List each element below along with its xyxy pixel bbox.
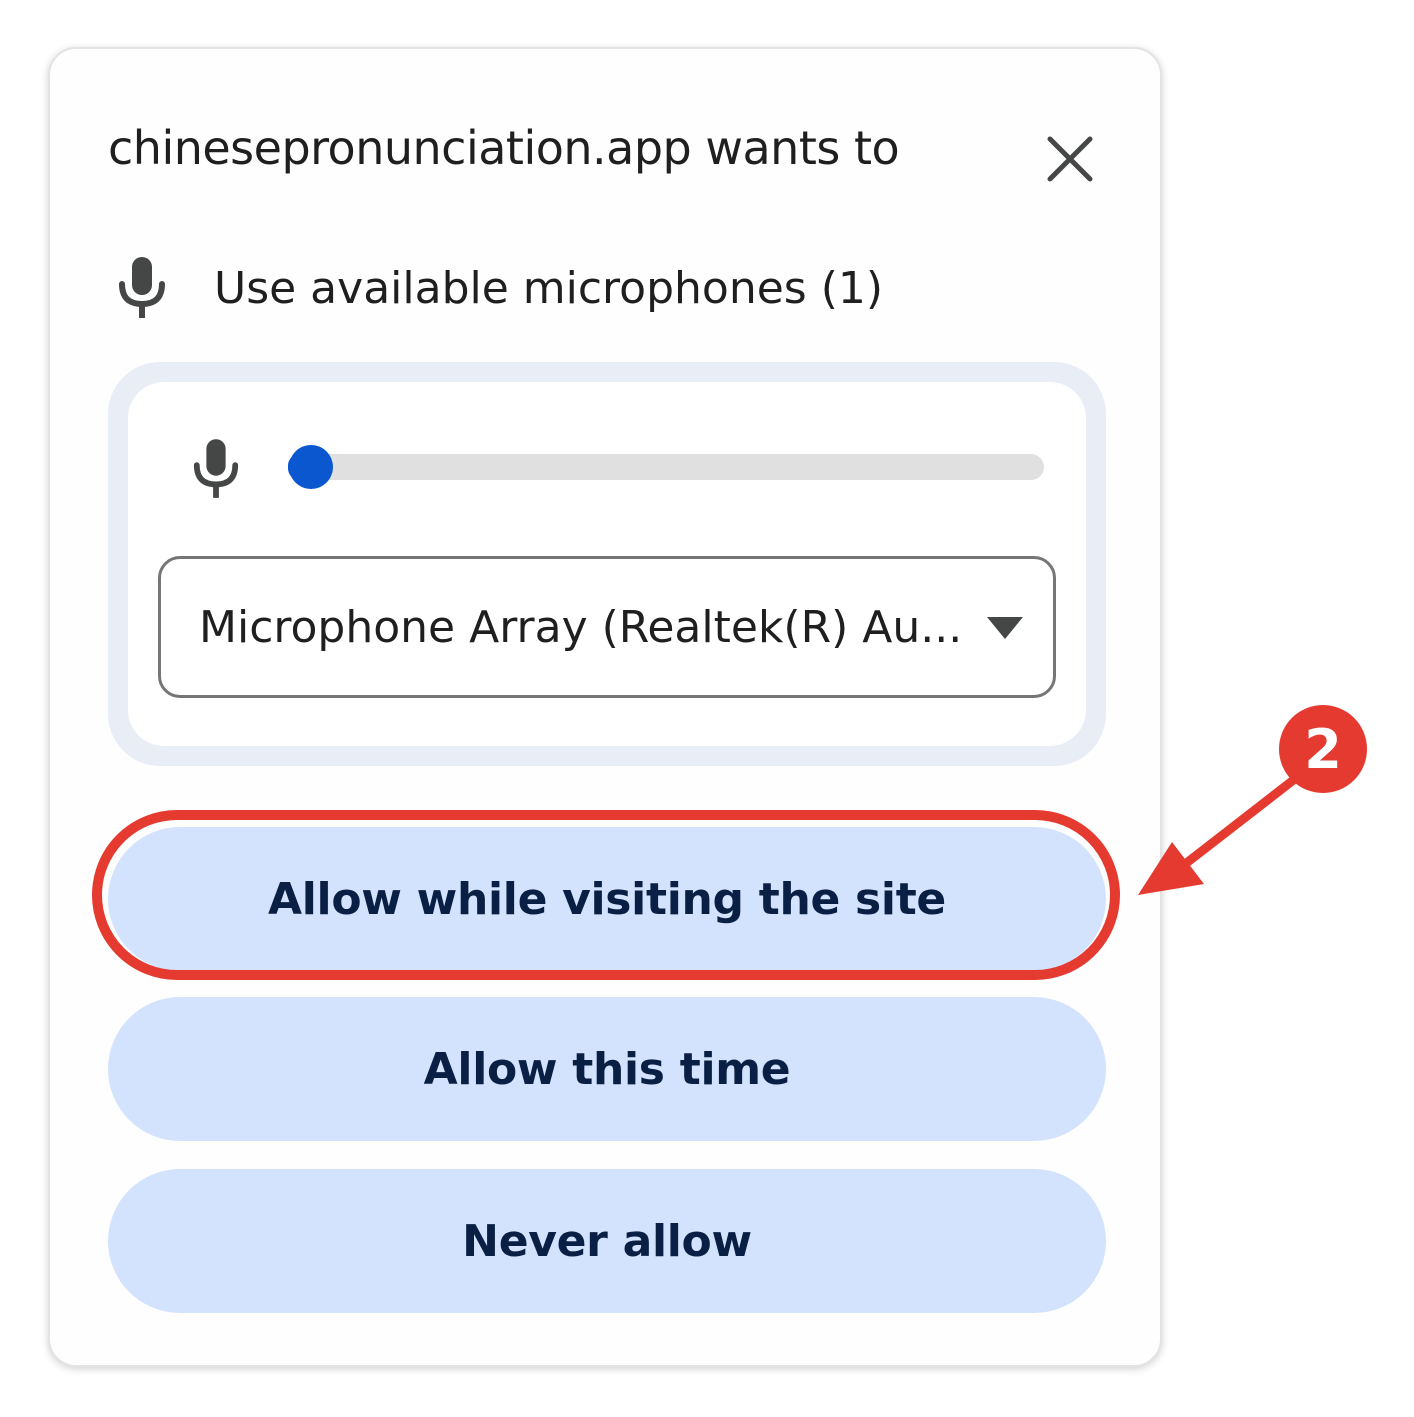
permission-row: Use available microphones (1) bbox=[114, 255, 883, 321]
allow-while-visiting-button[interactable]: Allow while visiting the site bbox=[108, 827, 1106, 971]
permission-label: Use available microphones (1) bbox=[214, 262, 884, 314]
input-level-indicator bbox=[288, 445, 333, 489]
never-allow-button[interactable]: Never allow bbox=[108, 1169, 1106, 1313]
dialog-title: chinesepronunciation.app wants to bbox=[108, 121, 900, 175]
microphone-icon bbox=[188, 438, 244, 500]
allow-this-time-button[interactable]: Allow this time bbox=[108, 997, 1106, 1141]
microphone-icon bbox=[114, 255, 170, 321]
step-badge: 2 bbox=[1279, 705, 1367, 793]
input-level-meter bbox=[288, 445, 1044, 489]
caret-down-icon bbox=[987, 617, 1023, 639]
microphone-select[interactable]: Microphone Array (Realtek(R) Au... bbox=[158, 556, 1056, 698]
device-panel: Microphone Array (Realtek(R) Au... bbox=[108, 362, 1106, 766]
selected-device: Microphone Array (Realtek(R) Au... bbox=[199, 601, 959, 653]
close-button[interactable] bbox=[1040, 129, 1100, 189]
screenshot: chinesepronunciation.app wants to Use av… bbox=[0, 0, 1414, 1417]
device-panel-inner: Microphone Array (Realtek(R) Au... bbox=[128, 382, 1086, 746]
close-icon bbox=[1047, 136, 1093, 182]
permission-dialog: chinesepronunciation.app wants to Use av… bbox=[48, 47, 1162, 1367]
